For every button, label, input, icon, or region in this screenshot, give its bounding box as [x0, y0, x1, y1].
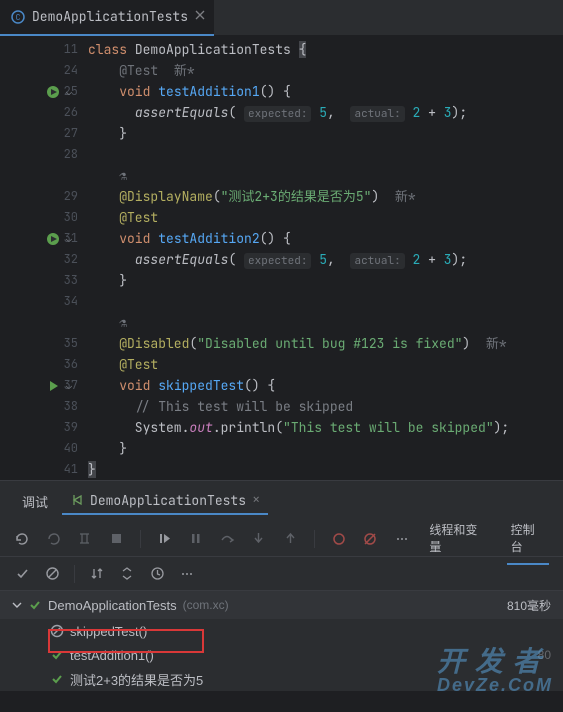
history-icon[interactable] [149, 566, 165, 582]
close-icon[interactable]: × [252, 491, 260, 509]
rerun-icon[interactable] [14, 531, 29, 547]
test-name: skippedTest() [70, 624, 147, 639]
run-gutter-icon[interactable] [44, 83, 62, 101]
test-duration: 810毫秒 [507, 597, 551, 614]
rerun-failed-icon[interactable] [45, 531, 60, 547]
console-tab[interactable]: 控制台 [507, 513, 549, 565]
step-over-icon[interactable] [220, 531, 235, 547]
code-area[interactable]: class DemoApplicationTests { @Test 新* vo… [84, 36, 563, 480]
editor-tab[interactable]: C DemoApplicationTests [0, 0, 214, 36]
threads-tab[interactable]: 线程和变量 [425, 513, 490, 565]
test-name: testAddition1() [70, 648, 154, 663]
stop-icon[interactable] [108, 531, 123, 547]
more-icon[interactable] [394, 531, 409, 547]
test-passed-icon [28, 598, 42, 612]
test-passed-icon [50, 672, 64, 686]
step-into-icon[interactable] [251, 531, 266, 547]
debug-tab[interactable]: 调试 [12, 486, 58, 517]
java-class-icon: C [10, 9, 26, 25]
run-config-tab[interactable]: DemoApplicationTests × [62, 487, 268, 515]
show-ignored-icon[interactable] [44, 566, 60, 582]
line-gutter: 112425⌄262728293031⌄323334353637⌄3839404… [0, 36, 84, 480]
fold-chevron-icon[interactable]: ⌄ [66, 228, 72, 249]
sort-icon[interactable] [89, 566, 105, 582]
run-gutter-icon[interactable] [44, 230, 62, 248]
run-gutter-icon[interactable] [44, 377, 62, 395]
watermark: 开 发 者 DevZe.CoM [437, 648, 553, 694]
pause-icon[interactable] [188, 531, 203, 547]
run-config-icon [70, 493, 84, 507]
svg-text:C: C [16, 13, 21, 23]
resume-icon[interactable] [157, 531, 172, 547]
test-skipped-icon [50, 624, 64, 638]
debug-toolbar: 线程和变量 控制台 [0, 521, 563, 557]
editor-tab-bar: C DemoApplicationTests [0, 0, 563, 36]
step-out-icon[interactable] [283, 531, 298, 547]
view-breakpoints-icon[interactable] [331, 531, 346, 547]
test-name: 测试2+3的结果是否为5 [70, 670, 203, 689]
mute-breakpoints-icon[interactable] [362, 531, 377, 547]
tab-title: DemoApplicationTests [32, 8, 188, 25]
test-package: (com.xc) [183, 598, 229, 612]
more-icon[interactable] [179, 566, 195, 582]
test-root-row[interactable]: DemoApplicationTests (com.xc) 810毫秒 [0, 591, 563, 619]
toggle-auto-icon[interactable] [77, 531, 92, 547]
expand-all-icon[interactable] [119, 566, 135, 582]
test-root-name: DemoApplicationTests [48, 598, 177, 613]
show-passed-icon[interactable] [14, 566, 30, 582]
fold-chevron-icon[interactable]: ⌄ [66, 375, 72, 396]
close-icon[interactable] [194, 8, 206, 25]
fold-chevron-icon[interactable]: ⌄ [66, 81, 72, 102]
test-passed-icon [50, 648, 64, 662]
chevron-down-icon [12, 600, 22, 610]
test-result-row[interactable]: skippedTest() [0, 619, 563, 643]
code-editor[interactable]: 112425⌄262728293031⌄323334353637⌄3839404… [0, 36, 563, 480]
